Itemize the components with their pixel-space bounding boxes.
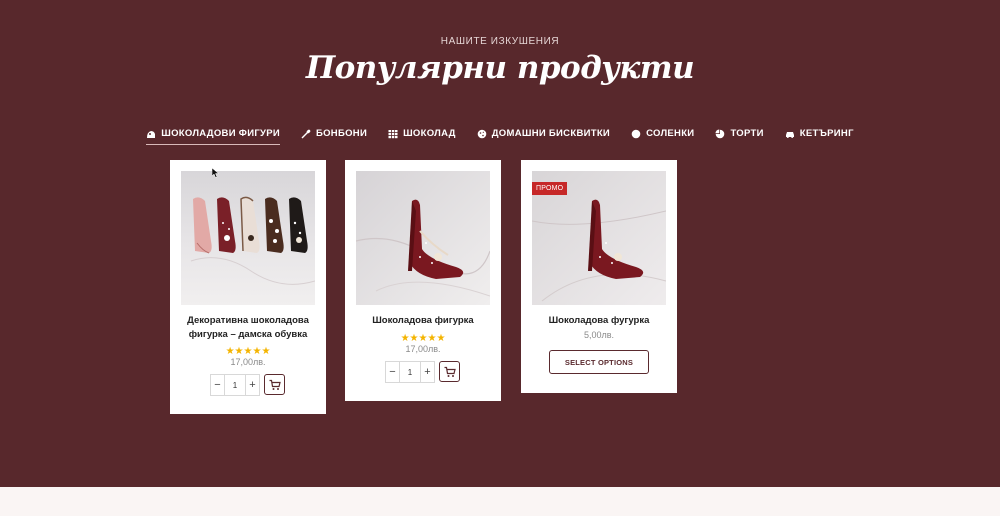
add-to-cart-button[interactable] <box>264 374 285 395</box>
grid-icon <box>388 129 398 138</box>
footer-strip <box>0 487 1000 516</box>
tab-label: ШОКОЛАД <box>403 128 456 139</box>
product-image[interactable] <box>356 171 490 305</box>
product-price: 17,00лв. <box>405 344 441 354</box>
qty-input[interactable]: 1 <box>224 375 246 395</box>
tab-label: БОНБОНИ <box>315 128 368 139</box>
promo-badge: ПРОМО <box>532 182 568 195</box>
qty-minus-button[interactable]: − <box>386 362 399 382</box>
qty-minus-button[interactable]: − <box>211 375 224 395</box>
car-icon <box>785 131 794 138</box>
add-to-cart-button[interactable] <box>439 361 460 382</box>
product-price: 17,00лв. <box>230 357 266 367</box>
product-card: Шоколадова фигурка ★★★★★ 17,00лв. − 1 + <box>345 160 501 401</box>
product-title[interactable]: Шоколадова фигурка <box>351 314 495 328</box>
product-title[interactable]: Декоративна шоколадова фигурка – дамска … <box>176 314 320 342</box>
category-tabs: ШОКОЛАДОВИ ФИГУРИ БОНБОНИ ШОКОЛАД ДОМАШН… <box>0 128 1000 145</box>
tab-homemade-biscuits[interactable]: ДОМАШНИ БИСКВИТКИ <box>477 128 610 145</box>
qty-plus-button[interactable]: + <box>246 375 259 395</box>
product-image[interactable] <box>181 171 315 305</box>
tab-label: ДОМАШНИ БИСКВИТКИ <box>491 128 611 139</box>
cookie-icon <box>477 129 487 138</box>
select-options-button[interactable]: SELECT OPTIONS <box>549 350 649 374</box>
tab-label: СОЛЕНКИ <box>646 128 695 139</box>
tab-candies[interactable]: БОНБОНИ <box>301 128 367 145</box>
qty-input[interactable]: 1 <box>399 362 421 382</box>
product-price: 5,00лв. <box>583 330 615 340</box>
cart-icon <box>269 379 281 390</box>
qty-plus-button[interactable]: + <box>421 362 434 382</box>
tab-salty-snacks[interactable]: СОЛЕНКИ <box>631 128 694 145</box>
quantity-stepper: − 1 + <box>210 374 260 396</box>
tab-label: КЕТЪРИНГ <box>799 128 854 139</box>
popular-products-section: НАШИТЕ ИЗКУШЕНИЯ Популярни продукти ШОКО… <box>0 0 1000 487</box>
tab-chocolate-figures[interactable]: ШОКОЛАДОВИ ФИГУРИ <box>146 128 280 145</box>
tab-cakes[interactable]: ТОРТИ <box>715 128 763 145</box>
tab-label: ТОРТИ <box>730 128 764 139</box>
section-title: Популярни продукти <box>305 50 695 86</box>
product-photo <box>181 171 315 305</box>
spoon-icon <box>301 129 311 138</box>
tab-chocolate[interactable]: ШОКОЛАД <box>388 128 456 145</box>
quantity-stepper: − 1 + <box>385 361 435 383</box>
mouse-cursor-icon <box>212 168 220 178</box>
section-eyebrow: НАШИТЕ ИЗКУШЕНИЯ <box>440 36 560 47</box>
pie-icon <box>715 129 725 138</box>
cart-icon <box>444 366 456 377</box>
circle-icon <box>631 129 641 138</box>
tab-label: ШОКОЛАДОВИ ФИГУРИ <box>161 128 280 139</box>
figure-icon <box>147 130 156 138</box>
product-title[interactable]: Шоколадова фугурка <box>527 314 671 328</box>
product-card: ПРОМО Шоколадова фугурка 5,00лв. SELECT … <box>521 160 677 393</box>
tab-catering[interactable]: КЕТЪРИНГ <box>785 128 854 145</box>
product-photo <box>356 171 490 305</box>
product-card: Декоративна шоколадова фигурка – дамска … <box>170 160 326 414</box>
